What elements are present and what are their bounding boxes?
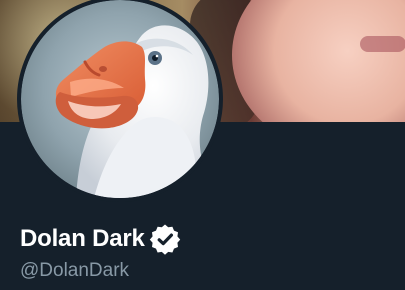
- profile-name-row: Dolan Dark: [20, 222, 181, 256]
- verified-badge-icon: [149, 224, 180, 255]
- profile-avatar[interactable]: [17, 0, 223, 202]
- banner-mouth: [360, 36, 405, 52]
- goose-avatar-icon: [21, 0, 219, 198]
- banner-face: [232, 0, 405, 122]
- profile-handle: @DolanDark: [20, 260, 130, 281]
- profile-header: Dolan Dark @DolanDark: [0, 0, 405, 290]
- display-name: Dolan Dark: [20, 225, 145, 252]
